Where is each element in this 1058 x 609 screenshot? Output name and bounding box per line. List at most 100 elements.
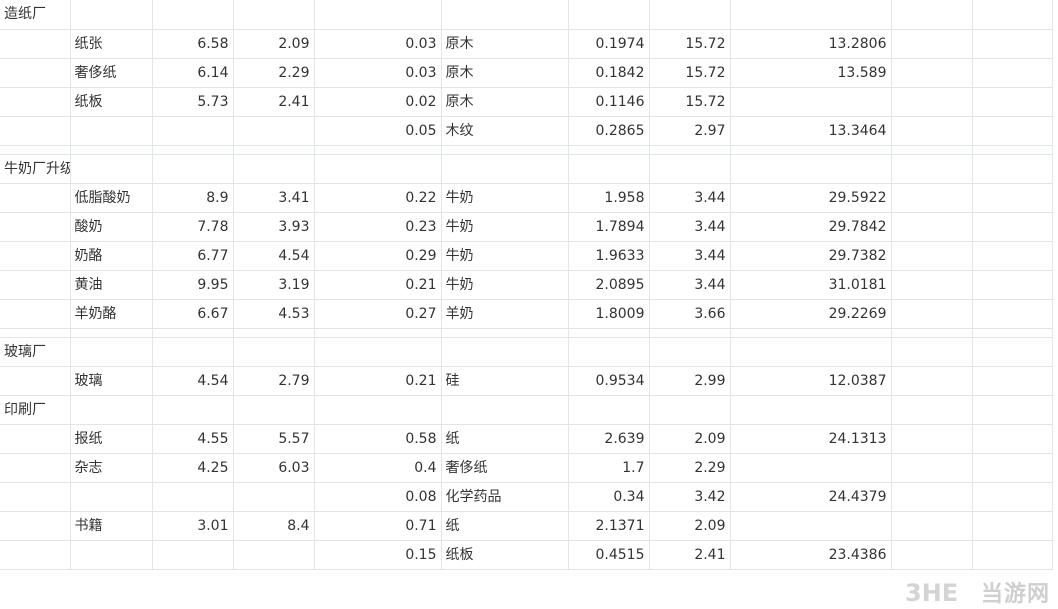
table-cell[interactable] (233, 395, 315, 425)
table-cell[interactable]: 4.54 (152, 366, 234, 396)
table-cell[interactable] (972, 424, 1053, 454)
table-cell[interactable] (730, 511, 892, 541)
table-cell[interactable]: 9.95 (152, 270, 234, 300)
table-cell[interactable] (972, 270, 1053, 300)
table-cell[interactable]: 3.01 (152, 511, 234, 541)
table-cell[interactable] (730, 87, 892, 117)
table-cell[interactable]: 羊奶酪 (70, 299, 153, 329)
table-cell[interactable] (972, 241, 1053, 271)
table-cell[interactable] (891, 58, 973, 88)
table-cell[interactable]: 7.78 (152, 212, 234, 242)
table-cell[interactable] (314, 395, 442, 425)
table-cell[interactable]: 2.99 (649, 366, 731, 396)
table-cell[interactable]: 0.21 (314, 366, 442, 396)
table-cell[interactable] (0, 116, 71, 146)
table-cell[interactable] (730, 328, 892, 338)
table-cell[interactable] (891, 241, 973, 271)
table-cell[interactable]: 奶酪 (70, 241, 153, 271)
table-cell[interactable] (233, 482, 315, 512)
table-cell[interactable]: 纸张 (70, 29, 153, 59)
table-cell[interactable] (152, 154, 234, 184)
table-cell[interactable] (0, 183, 71, 213)
table-cell[interactable] (0, 328, 71, 338)
table-cell[interactable]: 3.44 (649, 183, 731, 213)
table-cell[interactable] (0, 270, 71, 300)
table-cell[interactable] (891, 116, 973, 146)
table-cell[interactable] (730, 0, 892, 30)
table-cell[interactable] (152, 116, 234, 146)
table-cell[interactable] (568, 395, 650, 425)
table-cell[interactable]: 纸板 (441, 540, 569, 570)
table-cell[interactable] (649, 395, 731, 425)
table-cell[interactable] (70, 0, 153, 30)
table-cell[interactable]: 0.08 (314, 482, 442, 512)
table-cell[interactable]: 奢侈纸 (70, 58, 153, 88)
table-cell[interactable]: 书籍 (70, 511, 153, 541)
table-cell[interactable] (730, 154, 892, 184)
table-cell[interactable]: 2.79 (233, 366, 315, 396)
table-cell[interactable]: 29.7382 (730, 241, 892, 271)
table-cell[interactable]: 0.58 (314, 424, 442, 454)
table-cell[interactable]: 4.53 (233, 299, 315, 329)
table-cell[interactable] (441, 145, 569, 155)
table-cell[interactable] (891, 540, 973, 570)
table-cell[interactable] (972, 395, 1053, 425)
table-cell[interactable]: 2.0895 (568, 270, 650, 300)
table-cell[interactable]: 6.77 (152, 241, 234, 271)
table-cell[interactable] (0, 453, 71, 483)
table-cell[interactable]: 6.58 (152, 29, 234, 59)
table-cell[interactable]: 3.93 (233, 212, 315, 242)
table-cell[interactable] (70, 337, 153, 367)
table-cell[interactable] (730, 337, 892, 367)
table-cell[interactable] (972, 511, 1053, 541)
table-cell[interactable] (972, 299, 1053, 329)
table-cell[interactable] (70, 395, 153, 425)
table-cell[interactable] (0, 87, 71, 117)
table-cell[interactable] (568, 337, 650, 367)
table-cell[interactable]: 15.72 (649, 87, 731, 117)
table-cell[interactable]: 玻璃 (70, 366, 153, 396)
table-cell[interactable]: 2.97 (649, 116, 731, 146)
table-cell[interactable]: 4.54 (233, 241, 315, 271)
table-cell[interactable] (233, 145, 315, 155)
table-cell[interactable]: 牛奶 (441, 270, 569, 300)
table-cell[interactable] (314, 337, 442, 367)
table-cell[interactable]: 3.66 (649, 299, 731, 329)
table-cell[interactable] (233, 328, 315, 338)
table-cell[interactable]: 3.41 (233, 183, 315, 213)
table-cell[interactable]: 造纸厂 (0, 0, 71, 30)
table-cell[interactable] (972, 0, 1053, 30)
table-cell[interactable] (70, 482, 153, 512)
table-cell[interactable] (972, 366, 1053, 396)
table-cell[interactable] (152, 482, 234, 512)
table-cell[interactable]: 3.44 (649, 241, 731, 271)
table-cell[interactable] (314, 154, 442, 184)
table-cell[interactable]: 0.22 (314, 183, 442, 213)
table-cell[interactable] (441, 328, 569, 338)
table-cell[interactable]: 2.09 (649, 424, 731, 454)
table-cell[interactable] (891, 183, 973, 213)
table-cell[interactable]: 牛奶 (441, 241, 569, 271)
table-cell[interactable]: 0.1974 (568, 29, 650, 59)
table-cell[interactable] (441, 395, 569, 425)
table-cell[interactable]: 2.639 (568, 424, 650, 454)
table-cell[interactable] (649, 154, 731, 184)
table-cell[interactable] (972, 29, 1053, 59)
table-cell[interactable] (568, 154, 650, 184)
table-cell[interactable] (568, 0, 650, 30)
table-cell[interactable]: 13.2806 (730, 29, 892, 59)
table-cell[interactable]: 0.1146 (568, 87, 650, 117)
table-cell[interactable] (70, 154, 153, 184)
table-cell[interactable] (891, 270, 973, 300)
table-cell[interactable]: 0.9534 (568, 366, 650, 396)
table-cell[interactable]: 0.05 (314, 116, 442, 146)
table-cell[interactable] (0, 366, 71, 396)
table-cell[interactable]: 2.29 (233, 58, 315, 88)
table-cell[interactable] (972, 145, 1053, 155)
table-cell[interactable] (314, 328, 442, 338)
table-cell[interactable]: 纸 (441, 424, 569, 454)
table-cell[interactable]: 0.2865 (568, 116, 650, 146)
table-cell[interactable]: 1.958 (568, 183, 650, 213)
table-cell[interactable] (649, 337, 731, 367)
table-cell[interactable]: 0.29 (314, 241, 442, 271)
